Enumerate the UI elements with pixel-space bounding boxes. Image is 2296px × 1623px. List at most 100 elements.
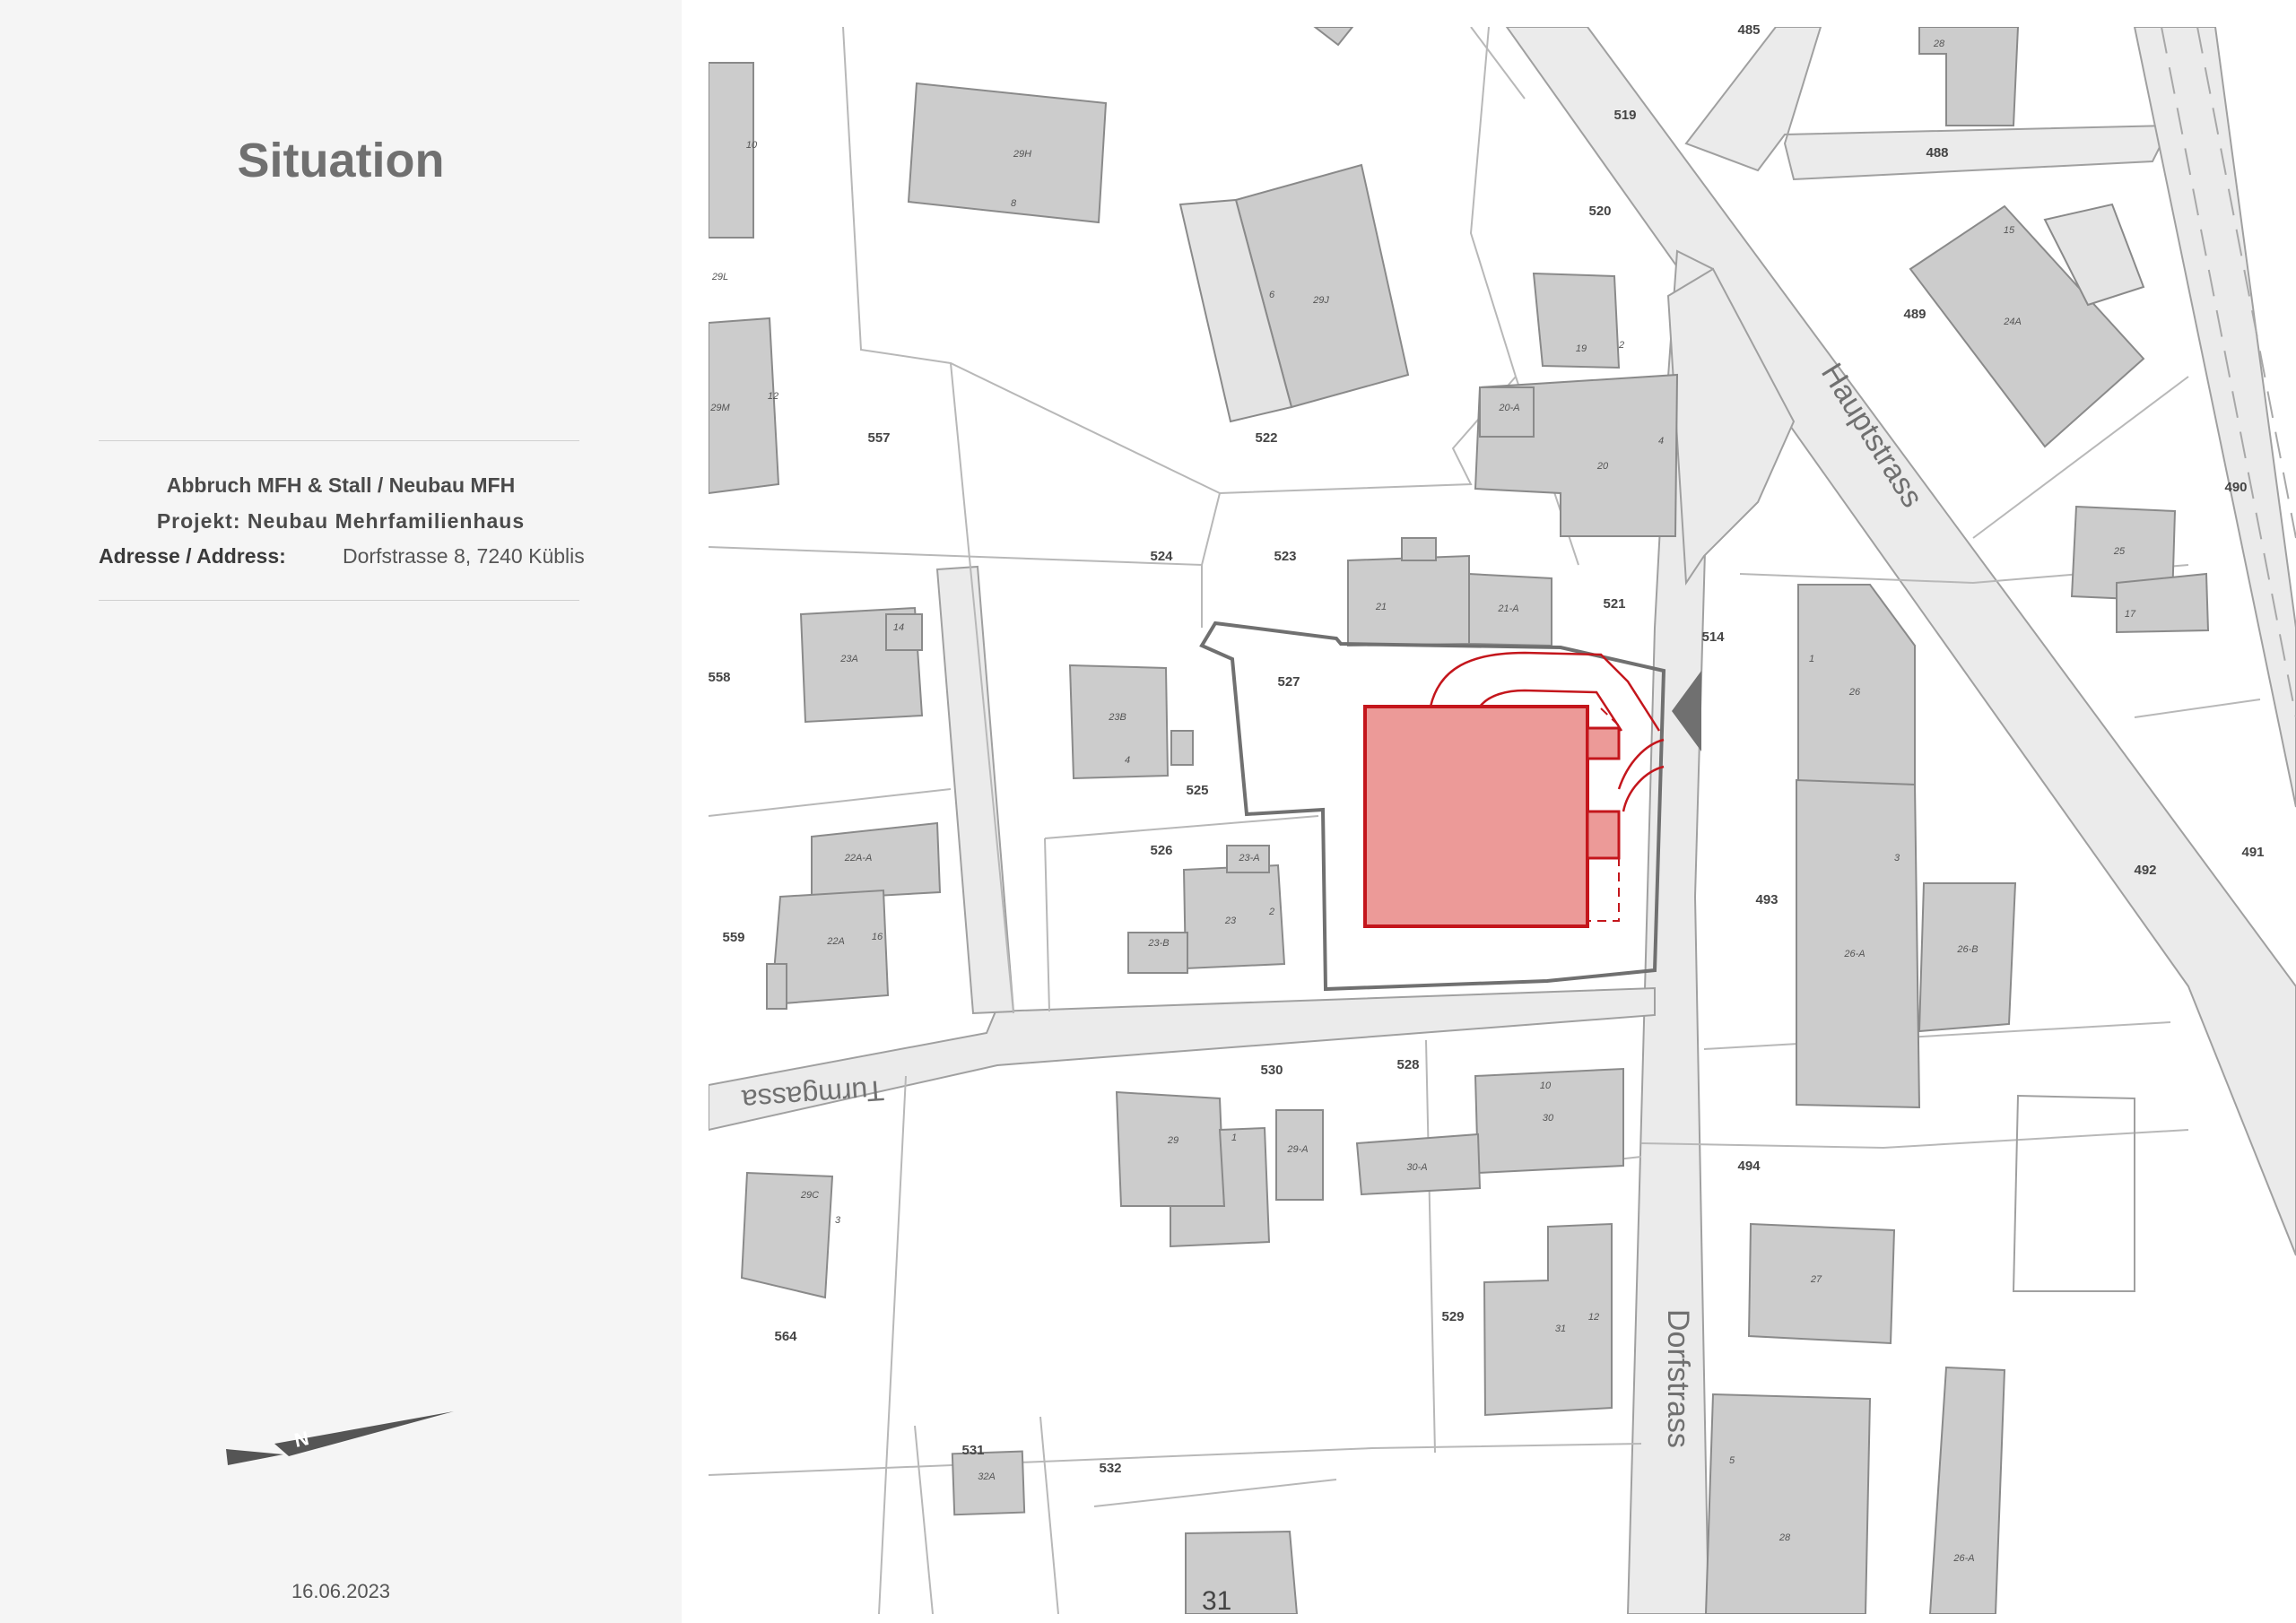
parcel-number-557: 557 [867, 430, 890, 446]
parcel-number-529: 529 [1441, 1309, 1464, 1324]
parcel-number-558: 558 [708, 670, 730, 685]
building-label: 19 [1576, 343, 1587, 354]
parcel-number-519: 519 [1613, 108, 1636, 123]
parcel-number-491: 491 [2241, 845, 2264, 860]
parcel-number-530: 530 [1260, 1063, 1283, 1078]
parcel-number-527: 527 [1277, 674, 1300, 690]
building-26-b [1918, 882, 2017, 1033]
building-label: 1 [1231, 1133, 1237, 1143]
building-29 [1115, 1090, 1226, 1207]
building-label: 23-A [1238, 853, 1259, 864]
project-subtitle: Abbruch MFH & Stall / Neubau MFH [166, 473, 516, 497]
parcel-number-559: 559 [722, 930, 744, 945]
building-label: 30 [1543, 1113, 1554, 1124]
parcel-number-526: 526 [1150, 843, 1172, 858]
parcel-number-492: 492 [2134, 863, 2156, 878]
building-label: 29 [1167, 1135, 1178, 1146]
building-label: 26-A [1843, 949, 1865, 959]
parcel-number-490: 490 [2224, 480, 2247, 495]
building-22a [770, 889, 890, 1006]
building-label: 1 [1809, 654, 1814, 664]
building-label: 21 [1375, 602, 1387, 612]
building-label: 15 [2004, 225, 2015, 236]
parcel-number-532: 532 [1099, 1461, 1121, 1476]
building-label: 29J [1312, 295, 1329, 306]
building-label: 2 [1268, 907, 1274, 917]
building-23b-annex [1170, 730, 1194, 766]
building-label: 28 [1779, 1532, 1791, 1543]
parcel-number-485: 485 [1737, 22, 1760, 38]
building-32a [951, 1450, 1026, 1516]
address-value: Dorfstrasse 8, 7240 Küblis [343, 544, 585, 568]
plan-date: 16.06.2023 [291, 1580, 391, 1602]
building-label: 26 [1848, 687, 1861, 698]
building-outline-right [2012, 1094, 2135, 1292]
building-label: 23B [1108, 712, 1126, 723]
address-label: Adresse / Address: [99, 544, 286, 568]
page-title: Situation [237, 134, 445, 187]
project-terrace [1587, 857, 1620, 922]
building-label: 23A [839, 654, 858, 664]
building-label: 29C [800, 1190, 819, 1201]
building-label: 16 [872, 932, 883, 942]
north-arrow-icon: N [226, 1411, 454, 1465]
building-label: 2 [1618, 340, 1624, 351]
building-label: 8 [1011, 198, 1017, 209]
building-label: 26-A [1952, 1553, 1974, 1564]
parcel-number-531: 531 [961, 1443, 984, 1458]
project-building [1363, 705, 1589, 928]
building-label: 22A [826, 936, 845, 947]
building-label: 10 [1540, 1081, 1552, 1091]
building-22a-side [766, 963, 787, 1010]
parcel-number-514: 514 [1701, 629, 1725, 645]
building-5-28 [1704, 1393, 1872, 1614]
parcel-number-528: 528 [1396, 1057, 1419, 1072]
building-label: 26-B [1956, 944, 1978, 955]
building-label: 5 [1729, 1455, 1735, 1466]
sidebar-panel: Situation Abbruch MFH & Stall / Neubau M… [0, 0, 682, 1623]
building-label: 3 [835, 1215, 841, 1226]
building-label: 22A-A [844, 853, 873, 864]
building-label: 20 [1596, 461, 1609, 472]
building-label: 12 [768, 391, 778, 402]
building-label: 25 [2113, 546, 2126, 557]
building-label: 6 [1269, 290, 1275, 300]
divider-top [99, 440, 579, 441]
project-annex-bottom [1586, 810, 1621, 860]
building-label: 10 [746, 140, 758, 151]
parcel-number-521: 521 [1603, 596, 1625, 612]
building-label: 14 [893, 622, 904, 633]
building-21 [1347, 554, 1470, 647]
parcel-number-564: 564 [774, 1329, 797, 1344]
parcel-number-524: 524 [1150, 549, 1173, 564]
building-26-a [1796, 778, 1921, 1109]
parcel-number-525: 525 [1186, 783, 1208, 798]
parcel-number-520: 520 [1588, 204, 1611, 219]
building-label: 28 [1933, 39, 1945, 49]
building-22a-a [811, 821, 942, 901]
building-label: 23-B [1147, 938, 1169, 949]
building-label: 17 [2125, 609, 2136, 620]
building-top-small [1313, 27, 1354, 47]
building-label: 4 [1658, 436, 1664, 447]
parcel-number-523: 523 [1274, 549, 1296, 564]
building-label: 32A [978, 1471, 996, 1482]
parcel-number-488: 488 [1926, 145, 1948, 161]
building-label: 29L [711, 272, 728, 282]
parcel-number-494: 494 [1737, 1159, 1761, 1174]
site-plan-map: Hauptstrass Dorfstrass Turmgassa 4855194… [708, 22, 2296, 1616]
building-label: 31 [1555, 1324, 1566, 1334]
building-17 [2116, 572, 2210, 634]
parcel-number-522: 522 [1255, 430, 1277, 446]
building-label: 21-A [1497, 603, 1518, 614]
building-29h [907, 82, 1108, 224]
divider-bottom [99, 600, 579, 601]
parcel-number-493: 493 [1755, 892, 1778, 907]
building-label: 24A [2003, 317, 2022, 327]
building-label: 4 [1125, 755, 1130, 766]
building-label: 30-A [1406, 1162, 1427, 1173]
project-annex-top [1586, 726, 1621, 760]
building-26-a-bottom [1928, 1366, 2006, 1614]
house-number-label: 31 [1202, 1586, 1231, 1616]
building-label: 23 [1224, 916, 1237, 926]
